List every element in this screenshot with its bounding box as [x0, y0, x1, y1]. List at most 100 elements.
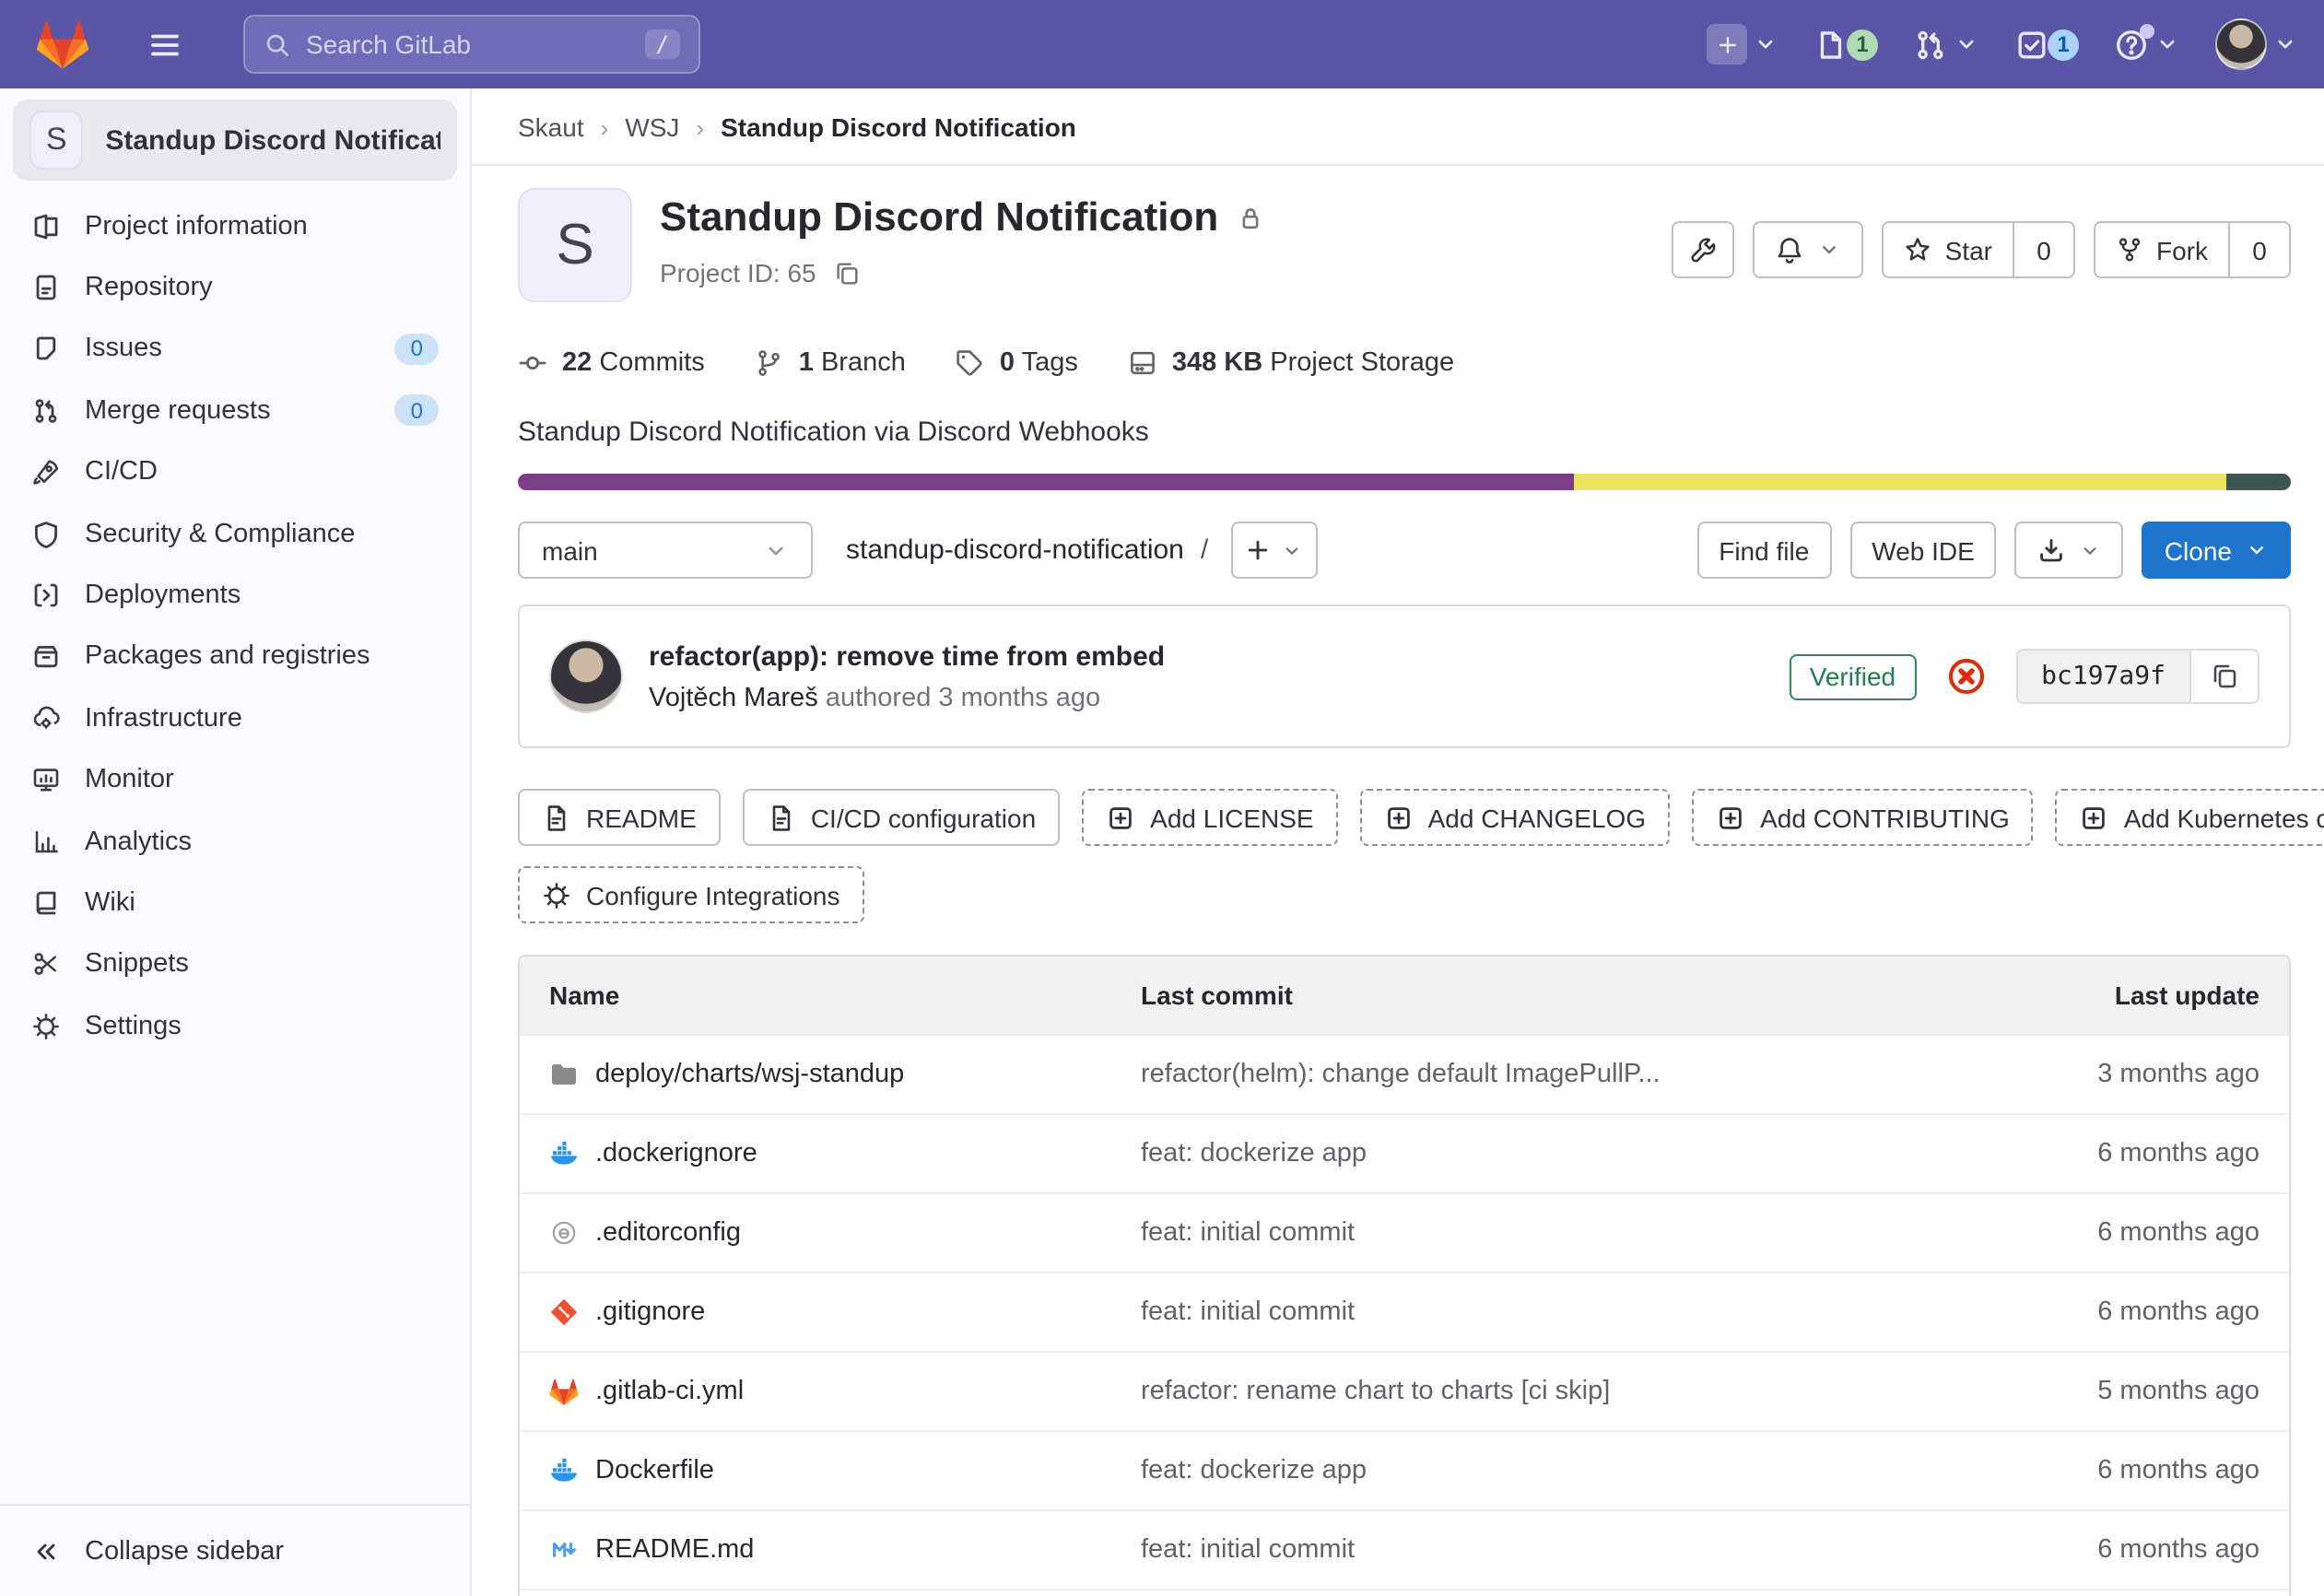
verified-badge[interactable]: Verified: [1790, 653, 1916, 699]
top-navbar: Search GitLab / 1 1: [0, 0, 2324, 88]
file-name[interactable]: .dockerignore: [595, 1139, 757, 1168]
branch-selector[interactable]: main: [518, 522, 813, 579]
file-name[interactable]: deploy/charts/wsj-standup: [595, 1060, 904, 1089]
sidebar-item-issues[interactable]: Issues 0: [0, 319, 470, 381]
issues-dashboard-button[interactable]: 1: [1813, 27, 1878, 62]
breadcrumb-subgroup[interactable]: WSJ: [625, 112, 679, 142]
repository-icon: [31, 273, 61, 302]
user-avatar: [2215, 18, 2267, 70]
table-row[interactable]: .gitignore feat: initial commit 6 months…: [520, 1272, 2289, 1351]
storage-stat[interactable]: 348 KB Project Storage: [1128, 348, 1454, 378]
commits-stat[interactable]: 22 Commits: [518, 348, 705, 378]
user-menu-button[interactable]: [2215, 18, 2298, 70]
shield-icon: [31, 519, 61, 548]
table-row[interactable]: Dockerfile feat: dockerize app 6 months …: [520, 1430, 2289, 1509]
sidebar-item-security-compliance[interactable]: Security & Compliance: [0, 503, 470, 565]
table-row[interactable]: deploy/charts/wsj-standup refactor(helm)…: [520, 1034, 2289, 1113]
clone-button[interactable]: Clone: [2142, 522, 2291, 579]
file-name[interactable]: .gitlab-ci.yml: [595, 1377, 744, 1406]
language-segment: [518, 474, 1575, 490]
access-request-button[interactable]: [1673, 221, 1735, 278]
find-file-button[interactable]: Find file: [1696, 522, 1831, 579]
sidebar-item-project-information[interactable]: Project information: [0, 195, 470, 257]
file-last-commit[interactable]: feat: initial commit: [1141, 1218, 1976, 1248]
table-row[interactable]: README.md feat: initial commit 6 months …: [520, 1509, 2289, 1589]
star-count[interactable]: 0: [2014, 221, 2075, 278]
add-license-button[interactable]: Add LICENSE: [1082, 789, 1337, 846]
table-row[interactable]: .gitlab-ci.yml refactor: rename chart to…: [520, 1351, 2289, 1430]
sidebar-item-label: Issues: [85, 334, 162, 364]
star-button[interactable]: Star: [1883, 221, 2014, 278]
package-icon: [31, 642, 61, 672]
table-row[interactable]: .dockerignore feat: dockerize app 6 mont…: [520, 1113, 2289, 1192]
file-icon: [767, 803, 796, 832]
configure-integrations-button[interactable]: Configure Integrations: [518, 866, 864, 923]
gitlab-icon: [549, 1378, 579, 1405]
sidebar-item-deployments[interactable]: Deployments: [0, 565, 470, 627]
file-last-commit[interactable]: refactor: rename chart to charts [ci ski…: [1141, 1377, 1976, 1406]
file-last-commit[interactable]: refactor(helm): change default ImagePull…: [1141, 1060, 1976, 1089]
language-bar[interactable]: [518, 474, 2291, 490]
file-name[interactable]: .editorconfig: [595, 1218, 741, 1248]
notifications-button[interactable]: [1754, 221, 1864, 278]
sidebar-item-label: Analytics: [85, 827, 192, 856]
file-name[interactable]: Dockerfile: [595, 1456, 714, 1485]
repo-path-link[interactable]: standup-discord-notification: [846, 534, 1184, 566]
gitlab-logo-icon[interactable]: [37, 19, 88, 69]
sidebar-item-analytics[interactable]: Analytics: [0, 811, 470, 873]
commit-author[interactable]: Vojtěch Mareš: [649, 683, 818, 712]
file-last-commit[interactable]: feat: dockerize app: [1141, 1139, 1976, 1168]
chevron-down-icon: [763, 537, 789, 563]
sidebar-item-merge-requests[interactable]: Merge requests 0: [0, 380, 470, 441]
copy-icon[interactable]: [833, 259, 861, 287]
copy-sha-button[interactable]: [2191, 649, 2259, 704]
new-menu-button[interactable]: [1707, 24, 1778, 65]
web-ide-button[interactable]: Web IDE: [1849, 522, 1997, 579]
cicd-configuration-button[interactable]: CI/CD configuration: [743, 789, 1060, 846]
readme-button[interactable]: README: [518, 789, 721, 846]
collapse-sidebar-button[interactable]: Collapse sidebar: [0, 1504, 470, 1596]
chevron-down-icon: [1753, 31, 1778, 57]
hamburger-menu-icon[interactable]: [147, 27, 182, 62]
add-contributing-button[interactable]: Add CONTRIBUTING: [1692, 789, 2034, 846]
sidebar-item-infrastructure[interactable]: Infrastructure: [0, 687, 470, 749]
sidebar-project-context[interactable]: S Standup Discord Notificati...: [13, 100, 457, 181]
todos-button[interactable]: 1: [2014, 27, 2079, 62]
file-last-commit[interactable]: feat: initial commit: [1141, 1535, 1976, 1565]
fork-button[interactable]: Fork: [2094, 221, 2230, 278]
sidebar-item-wiki[interactable]: Wiki: [0, 873, 470, 934]
file-last-commit[interactable]: feat: initial commit: [1141, 1297, 1976, 1327]
add-to-repo-button[interactable]: [1230, 522, 1317, 579]
file-table-header: Name Last commit Last update: [520, 956, 2289, 1034]
file-last-commit[interactable]: feat: dockerize app: [1141, 1456, 1976, 1485]
file-name[interactable]: .gitignore: [595, 1297, 705, 1327]
table-row[interactable]: .editorconfig feat: initial commit 6 mon…: [520, 1192, 2289, 1272]
breadcrumb-project[interactable]: Standup Discord Notification: [721, 112, 1076, 142]
merge-requests-button[interactable]: [1913, 27, 1979, 62]
sidebar-item-repository[interactable]: Repository: [0, 257, 470, 319]
branches-stat[interactable]: 1 Branch: [755, 348, 906, 378]
sidebar-item-cicd[interactable]: CI/CD: [0, 441, 470, 503]
repo-controls: main standup-discord-notification / Find…: [518, 522, 2291, 579]
commit-message[interactable]: refactor(app): remove time from embed: [649, 640, 1165, 672]
tags-stat[interactable]: 0 Tags: [956, 348, 1078, 378]
sidebar-item-snippets[interactable]: Snippets: [0, 933, 470, 995]
search-input[interactable]: Search GitLab /: [243, 15, 700, 74]
add-kubernetes-cluster-button[interactable]: Add Kubernetes cluster: [2056, 789, 2324, 846]
sidebar-item-packages-registries[interactable]: Packages and registries: [0, 626, 470, 687]
file-last-update: 3 months ago: [1976, 1060, 2289, 1089]
commit-author-avatar[interactable]: [549, 640, 623, 713]
column-header-name[interactable]: Name: [520, 980, 1141, 1010]
sidebar-item-settings[interactable]: Settings: [0, 995, 470, 1057]
download-button[interactable]: [2015, 522, 2124, 579]
breadcrumb-group[interactable]: Skaut: [518, 112, 584, 142]
file-name[interactable]: README.md: [595, 1535, 754, 1565]
fork-count[interactable]: 0: [2230, 221, 2291, 278]
add-changelog-button[interactable]: Add CHANGELOG: [1360, 789, 1671, 846]
sidebar-item-monitor[interactable]: Monitor: [0, 749, 470, 811]
help-menu-button[interactable]: [2114, 27, 2180, 62]
sidebar-item-label: Monitor: [85, 765, 174, 794]
sidebar-item-label: Settings: [85, 1012, 182, 1041]
pipeline-failed-icon[interactable]: [1945, 656, 1986, 697]
fork-icon: [2116, 236, 2143, 264]
